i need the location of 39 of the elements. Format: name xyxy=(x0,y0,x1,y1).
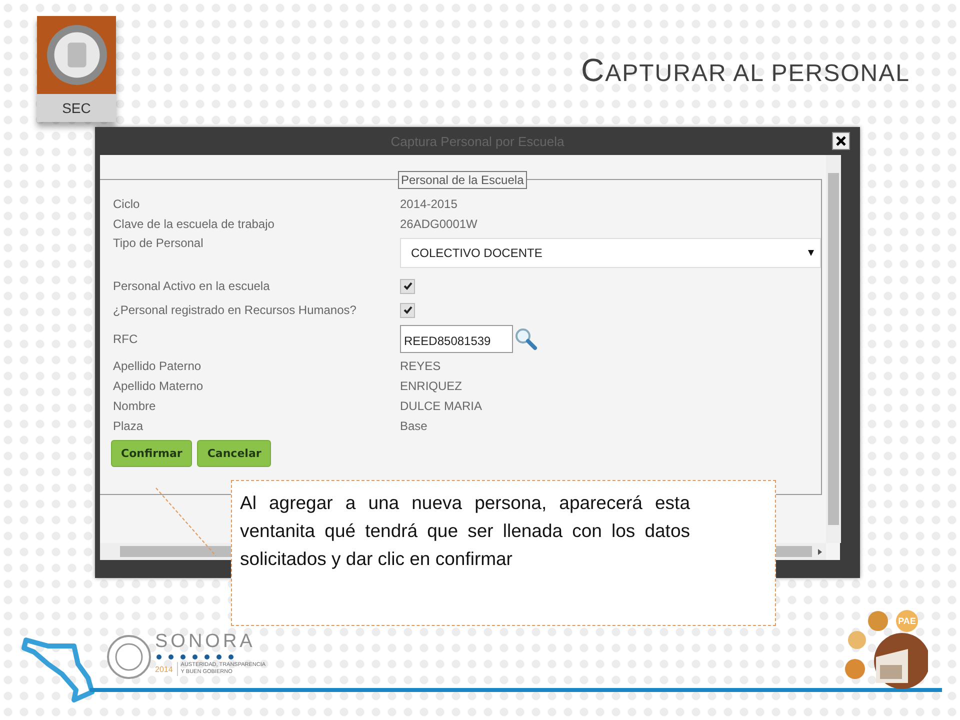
input-field[interactable]: REED85081539 xyxy=(400,325,513,353)
seal-icon xyxy=(106,634,152,680)
brand-name: SONORA xyxy=(155,632,256,652)
checkbox[interactable] xyxy=(400,278,415,294)
program-badge: PAE xyxy=(896,610,918,632)
check-icon xyxy=(402,281,412,291)
field-value: REYES xyxy=(400,359,441,373)
slide-title: CAPTURAR AL PERSONAL xyxy=(581,52,910,89)
group-legend: Personal de la Escuela xyxy=(398,171,527,189)
field-label: Clave de la escuela de trabajo xyxy=(113,217,276,231)
logo-label: SEC xyxy=(62,99,91,118)
leader-line xyxy=(154,486,218,558)
vertical-scrollbar[interactable] xyxy=(826,155,841,543)
search-icon[interactable] xyxy=(514,327,538,351)
field-label: RFC xyxy=(113,332,139,346)
field-label: Plaza xyxy=(113,419,144,433)
field-label: Apellido Paterno xyxy=(113,359,202,373)
caret-icon xyxy=(808,250,814,256)
close-button[interactable] xyxy=(832,132,850,150)
callout-text: Al agregar a una nueva persona, aparecerá esta ventanita qué tendrá que ser llenada con los datos solicitados y dar clic en confirmar xyxy=(240,491,690,571)
checkbox[interactable] xyxy=(400,302,415,318)
field-value: 2014-2015 xyxy=(400,197,458,211)
field-value: Base xyxy=(400,419,428,433)
field-label: Nombre xyxy=(113,399,157,413)
field-value: ENRIQUEZ xyxy=(400,379,462,393)
action-button[interactable]: Confirmar xyxy=(111,440,192,467)
field-label: Apellido Materno xyxy=(113,379,204,393)
seal-icon xyxy=(46,24,108,86)
close-icon xyxy=(835,135,847,147)
field-value: DULCE MARIA xyxy=(400,399,482,413)
field-label: Ciclo xyxy=(113,197,141,211)
field-label: Tipo de Personal xyxy=(113,236,204,250)
field-label: Personal Activo en la escuela xyxy=(113,279,271,293)
dropdown[interactable]: COLECTIVO DOCENTE xyxy=(400,238,821,268)
check-icon xyxy=(402,305,412,315)
field-label: ¿Personal registrado en Recursos Humanos? xyxy=(113,303,358,317)
action-button[interactable]: Cancelar xyxy=(197,440,272,467)
year-label: 2014 xyxy=(155,664,173,674)
field-value: 26ADG0001W xyxy=(400,217,478,231)
